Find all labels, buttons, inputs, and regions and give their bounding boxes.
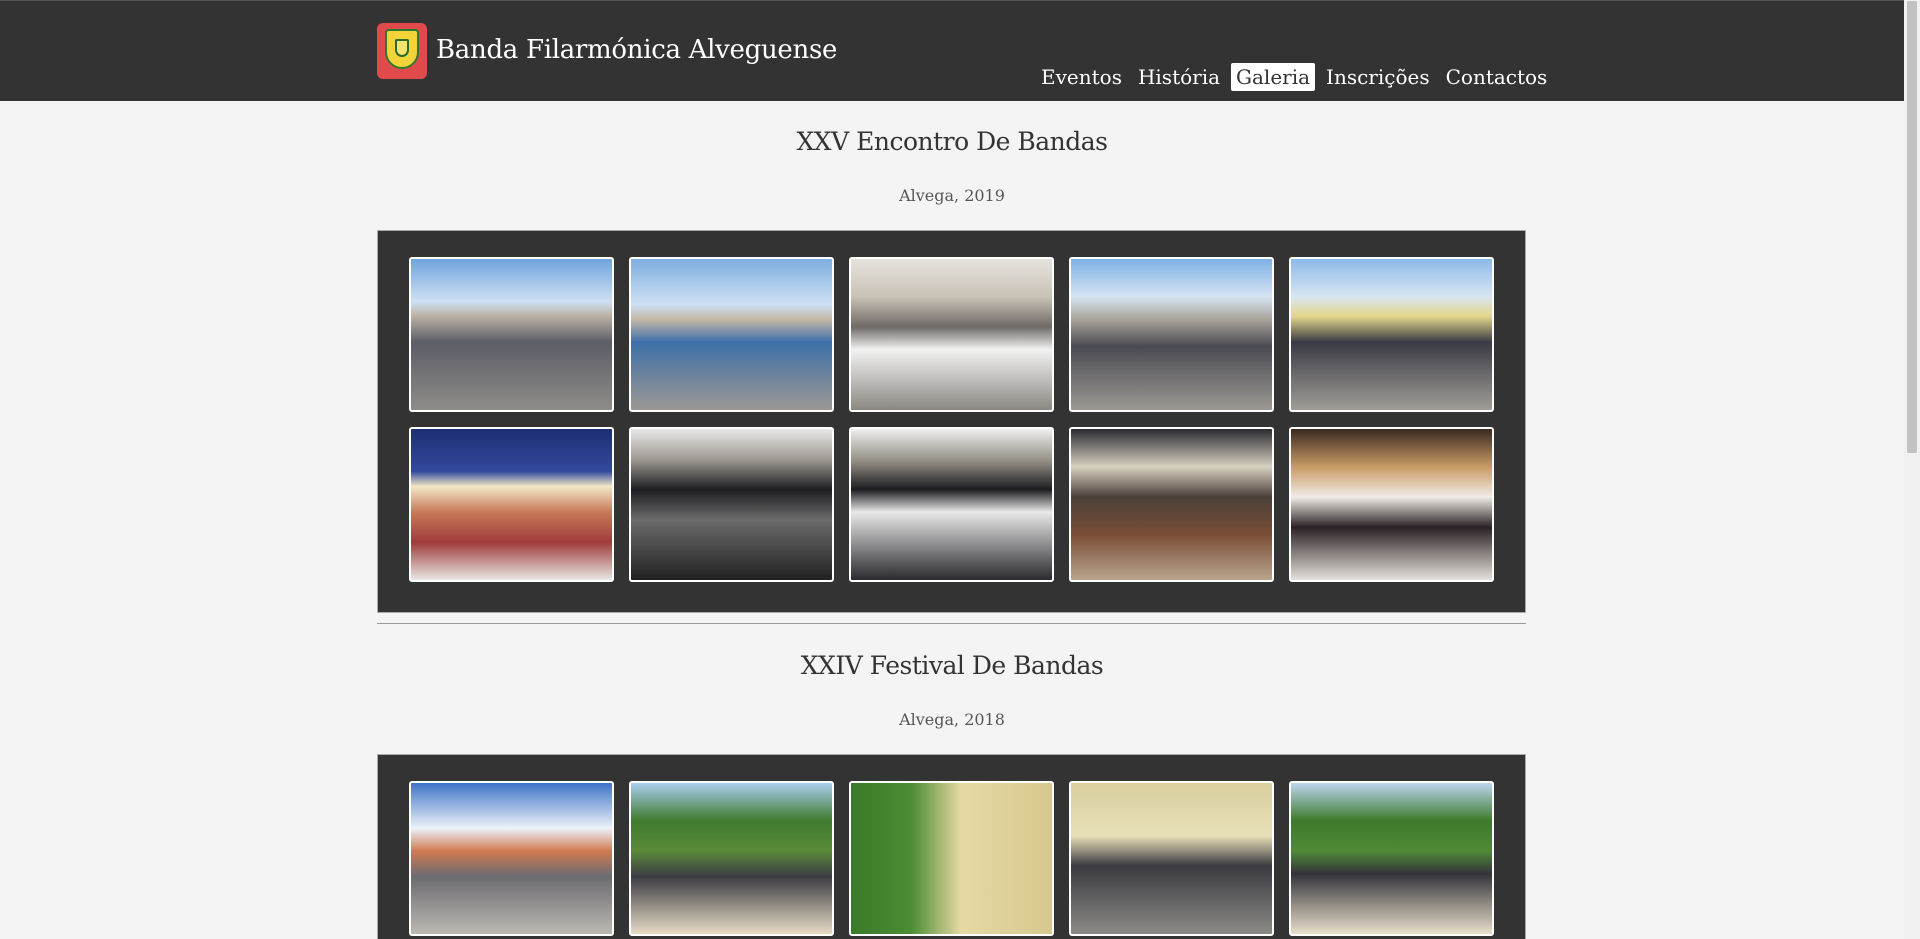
- gallery-photo[interactable]: [849, 427, 1054, 582]
- section-divider: [377, 623, 1526, 624]
- gallery-photo[interactable]: [1069, 781, 1274, 936]
- gallery-photo[interactable]: [1289, 427, 1494, 582]
- nav-inscricoes[interactable]: Inscrições: [1321, 63, 1435, 91]
- site-header: Banda Filarmónica Alveguense Eventos His…: [0, 0, 1904, 101]
- nav-contactos[interactable]: Contactos: [1441, 63, 1553, 91]
- gallery-photo[interactable]: [629, 427, 834, 582]
- scrollbar-thumb[interactable]: [1907, 1, 1917, 453]
- coat-of-arms-logo[interactable]: [377, 23, 427, 79]
- gallery-photo[interactable]: [849, 781, 1054, 936]
- nav-galeria[interactable]: Galeria: [1231, 63, 1316, 91]
- section-subtitle: Alvega, 2018: [899, 710, 1005, 729]
- main-nav: Eventos História Galeria Inscrições Cont…: [1036, 61, 1558, 93]
- site-title[interactable]: Banda Filarmónica Alveguense: [436, 35, 837, 65]
- nav-historia[interactable]: História: [1133, 63, 1225, 91]
- gallery-photo[interactable]: [409, 781, 614, 936]
- gallery-photo[interactable]: [629, 257, 834, 412]
- page: Banda Filarmónica Alveguense Eventos His…: [0, 0, 1904, 939]
- photo-gallery: [377, 230, 1526, 613]
- gallery-photo[interactable]: [1069, 427, 1274, 582]
- gallery-photo[interactable]: [849, 257, 1054, 412]
- section-title: XXV Encontro De Bandas: [796, 127, 1109, 156]
- gallery-photo[interactable]: [629, 781, 834, 936]
- shield-icon: [385, 29, 419, 69]
- gallery-photo[interactable]: [1289, 781, 1494, 936]
- gallery-photo[interactable]: [409, 427, 614, 582]
- photo-gallery: [377, 754, 1526, 939]
- section-subtitle: Alvega, 2019: [899, 186, 1005, 205]
- nav-eventos[interactable]: Eventos: [1036, 63, 1127, 91]
- vertical-scrollbar[interactable]: [1904, 0, 1920, 939]
- gallery-photo[interactable]: [1289, 257, 1494, 412]
- gallery-photo[interactable]: [409, 257, 614, 412]
- section-title: XXIV Festival De Bandas: [800, 651, 1104, 680]
- gallery-photo[interactable]: [1069, 257, 1274, 412]
